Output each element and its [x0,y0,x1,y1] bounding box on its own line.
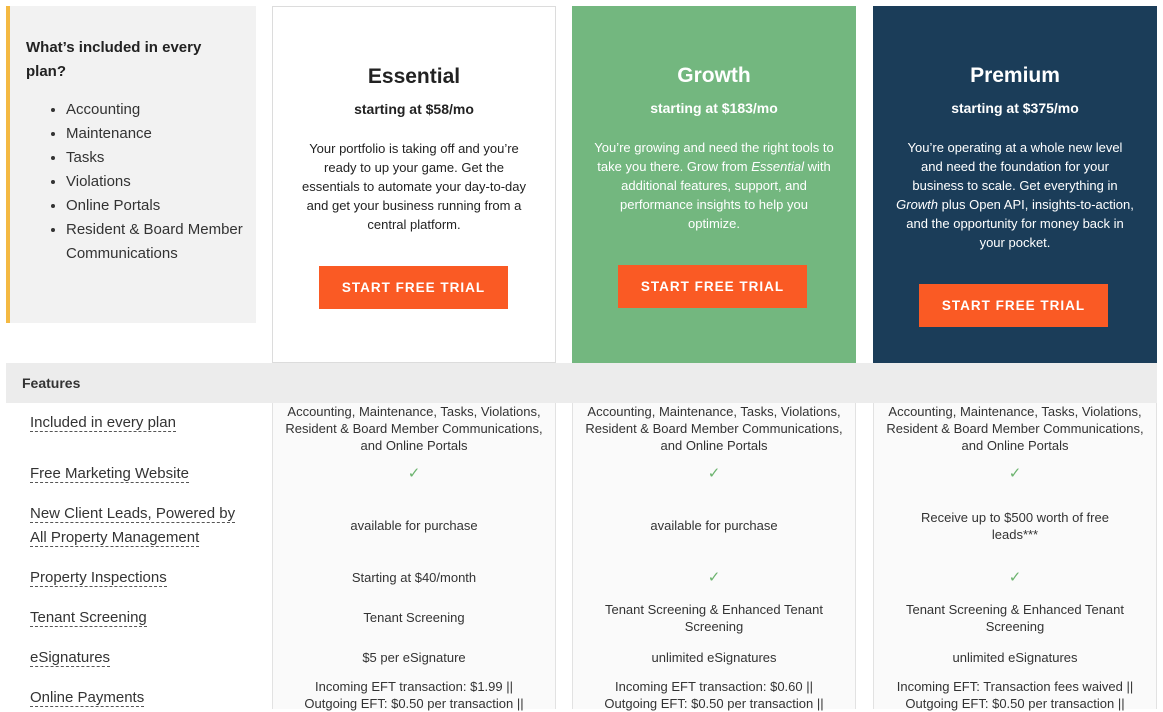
included-item-maintenance: Maintenance [66,122,256,146]
plan-card-essential: Essential starting at $58/mo Your portfo… [272,6,556,363]
plan-description: You’re growing and need the right tools … [594,138,834,233]
included-item-tasks: Tasks [66,146,256,170]
included-list: Accounting Maintenance Tasks Violations … [26,98,256,266]
plan-description-emphasis: Growth [896,197,939,212]
checkmark-icon: ✓ [1008,465,1022,482]
checkmark-icon: ✓ [1008,569,1022,586]
feature-value: $5 per eSignature [362,650,466,665]
feature-label-marketing-website[interactable]: Free Marketing Website [30,462,255,486]
feature-value: Accounting, Maintenance, Tasks, Violatio… [886,404,1144,453]
feature-label-included[interactable]: Included in every plan [30,411,255,435]
plan-price: starting at $183/mo [650,100,778,116]
feature-value: Starting at $40/month [351,570,477,585]
feature-label-text[interactable]: Property Inspections [30,569,167,587]
included-item-violations: Violations [66,170,256,194]
feature-value: Tenant Screening & Enhanced Tenant Scree… [604,602,824,634]
feature-value: unlimited eSignatures [952,650,1078,665]
plan-card-premium: Premium starting at $375/mo You’re opera… [873,6,1157,363]
checkmark-icon: ✓ [407,465,421,482]
feature-label-client-leads[interactable]: New Client Leads, Powered by All Propert… [30,502,255,550]
feature-value: Incoming EFT transaction: $0.60 || Outgo… [604,679,824,711]
feature-value: Accounting, Maintenance, Tasks, Violatio… [285,404,543,453]
feature-label-esignatures[interactable]: eSignatures [30,646,255,670]
feature-value: Receive up to $500 worth of free leads**… [921,510,1109,542]
included-item-communications: Resident & Board Member Communications [66,218,256,266]
checkmark-icon: ✓ [707,569,721,586]
feature-value: available for purchase [650,518,778,533]
feature-value: Incoming EFT transaction: $1.99 || Outgo… [304,679,524,711]
included-item-online-portals: Online Portals [66,194,256,218]
included-item-accounting: Accounting [66,98,256,122]
plan-price: starting at $375/mo [951,100,1079,116]
plan-description-text-end: plus Open API, insights-to-action, and t… [906,197,1134,250]
checkmark-icon: ✓ [707,465,721,482]
feature-value: unlimited eSignatures [651,650,777,665]
plan-card-growth: Growth starting at $183/mo You’re growin… [572,6,856,363]
feature-value: Tenant Screening [363,610,465,625]
start-free-trial-button-essential[interactable]: START FREE TRIAL [319,266,508,309]
feature-label-text[interactable]: Tenant Screening [30,609,147,627]
plan-description: You’re operating at a whole new level an… [895,138,1135,252]
included-title: What’s included in every plan? [26,39,202,80]
feature-label-tenant-screening[interactable]: Tenant Screening [30,606,255,630]
plan-price: starting at $58/mo [354,101,474,117]
plan-description-text: You’re operating at a whole new level an… [907,140,1123,193]
start-free-trial-button-premium[interactable]: START FREE TRIAL [919,284,1108,327]
plan-name: Essential [367,65,461,88]
feature-label-online-payments[interactable]: Online Payments [30,686,255,710]
feature-label-text[interactable]: eSignatures [30,649,111,667]
plan-name: Premium [970,64,1060,87]
feature-label-text[interactable]: Online Payments [30,689,145,707]
feature-value: Accounting, Maintenance, Tasks, Violatio… [585,404,843,453]
included-every-plan-box: What’s included in every plan? Accountin… [6,6,256,323]
feature-value: Incoming EFT: Transaction fees waived ||… [896,679,1134,711]
plan-description: Your portfolio is taking off and you’re … [301,141,526,232]
plan-description-emphasis: Essential [751,159,804,174]
feature-label-text[interactable]: Included in every plan [30,414,176,432]
feature-value: available for purchase [350,518,478,533]
features-title: Features [22,375,81,391]
feature-value: Tenant Screening & Enhanced Tenant Scree… [905,602,1125,634]
start-free-trial-button-growth[interactable]: START FREE TRIAL [618,265,807,308]
feature-label-text[interactable]: Free Marketing Website [30,465,189,483]
features-header: Features [6,363,1157,403]
feature-label-text[interactable]: New Client Leads, Powered by All Propert… [30,505,236,547]
feature-label-property-inspections[interactable]: Property Inspections [30,566,255,590]
plan-name: Growth [677,64,751,87]
